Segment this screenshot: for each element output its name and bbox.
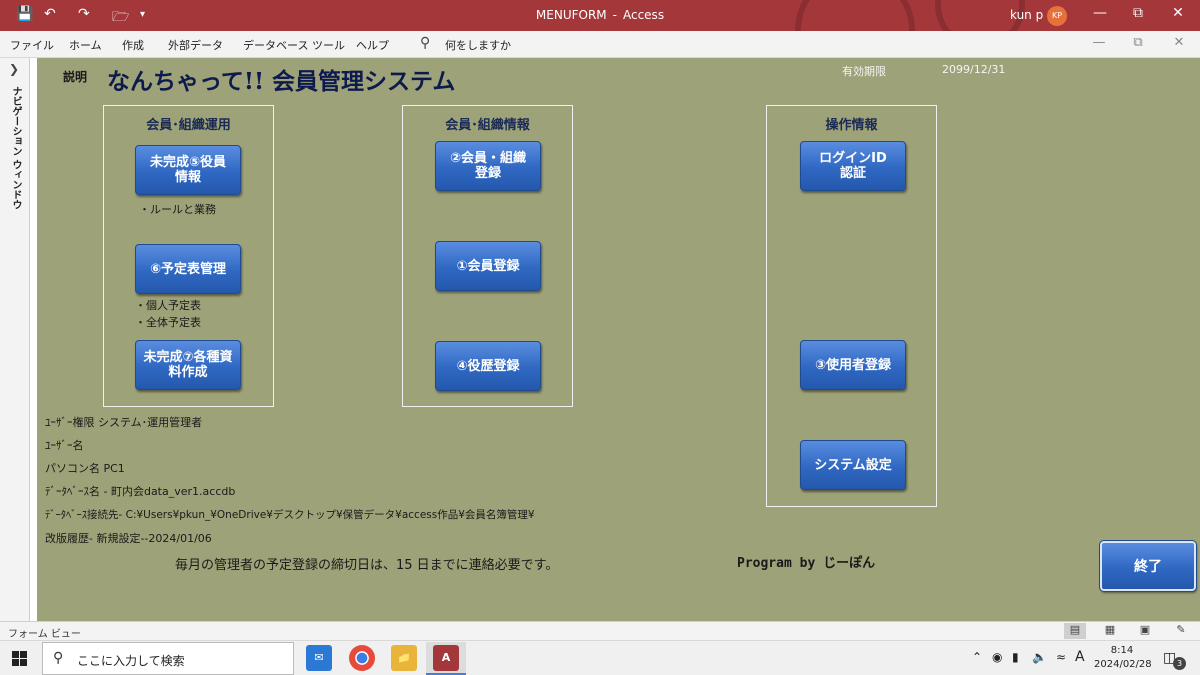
system-settings-button[interactable]: システム設定 <box>800 440 906 490</box>
taskbar-search-input[interactable]: ⚲ ここに入力して検索 <box>42 642 294 675</box>
title-bar: 💾 ↶ ↷ 🗁 ▾ MENUFORM - Access kun p KP — ⧉ ✕ <box>0 0 1200 31</box>
user-name-label: ﾕｰｻﾞｰ名 <box>45 439 84 452</box>
notification-badge: 3 <box>1173 657 1186 670</box>
ribbon-tabs: ファイル ホーム 作成 外部データ データベース ツール ヘルプ ⚲ 何をします… <box>0 31 1200 58</box>
windows-start-icon[interactable] <box>12 651 27 666</box>
page-title: なんちゃって!! 会員管理システム <box>107 68 456 95</box>
close-icon[interactable]: ✕ <box>1163 5 1193 21</box>
tab-home[interactable]: ホーム <box>69 37 102 53</box>
schedule-management-button[interactable]: ⑥予定表管理 <box>135 244 241 294</box>
taskbar: ⚲ ここに入力して検索 ✉ 📁 A ⌃ ◉ ▮ 🔈 ≈ A 8:14 2024/… <box>0 640 1200 675</box>
tab-external-data[interactable]: 外部データ <box>168 37 223 53</box>
minimize-icon[interactable]: — <box>1085 5 1115 21</box>
login-auth-button[interactable]: ログインID 認証 <box>800 141 906 191</box>
user-name[interactable]: kun p <box>1010 8 1043 22</box>
user-rights: ﾕｰｻﾞｰ権限 システム･運用管理者 <box>45 416 203 429</box>
database-connection: ﾃﾞｰﾀﾍﾞｰｽ接続先- C:¥Users¥pkun_¥OneDrive¥デスク… <box>45 509 535 521</box>
tab-file[interactable]: ファイル <box>10 37 54 53</box>
revision-history: 改版履歴- 新規設定--2024/01/06 <box>45 532 212 545</box>
group-title: 会員･組織運用 <box>146 118 231 133</box>
form-view-icon[interactable]: ▤ <box>1064 623 1086 639</box>
clock-date: 2024/02/28 <box>1094 659 1152 670</box>
status-bar: フォーム ビュー ▤ ▦ ▣ ✎ <box>0 621 1200 640</box>
group-title: 操作情報 <box>825 118 878 133</box>
clock[interactable]: 8:14 2024/02/28 <box>1094 644 1152 672</box>
window-title-separator: - <box>612 8 617 22</box>
deadline-notice: 毎月の管理者の予定登録の締切日は、15 日までに連絡必要です。 <box>175 558 559 573</box>
member-registration-button[interactable]: ①会員登録 <box>435 241 541 291</box>
documents-button[interactable]: 未完成⑦各種資 料作成 <box>135 340 241 390</box>
personal-schedule-note: ・個人予定表 <box>135 299 201 312</box>
group-title: 会員･組織情報 <box>445 118 530 133</box>
description-label: 説明 <box>63 70 88 84</box>
avatar[interactable]: KP <box>1047 6 1067 26</box>
role-history-button[interactable]: ④役歴登録 <box>435 341 541 391</box>
form-close-icon[interactable]: ✕ <box>1167 35 1191 50</box>
program-credit: Program by じーぽん <box>737 556 876 571</box>
file-explorer-icon[interactable]: 📁 <box>391 645 417 671</box>
volume-icon[interactable]: 🔈 <box>1032 650 1047 664</box>
tell-me-input[interactable]: 何をしますか <box>445 37 511 53</box>
taskbar-search-placeholder: ここに入力して検索 <box>77 654 185 668</box>
battery-icon[interactable]: ▮ <box>1012 650 1019 664</box>
pc-name: パソコン名 PC1 <box>45 462 125 475</box>
navigation-pane[interactable]: ❯ ナビゲーション ウィンドウ <box>0 58 30 621</box>
view-mode-label: フォーム ビュー <box>8 629 81 640</box>
form-minimize-icon[interactable]: — <box>1087 35 1111 50</box>
ime-indicator[interactable]: A <box>1075 649 1085 665</box>
chevron-up-icon[interactable]: ⌃ <box>972 650 982 664</box>
datasheet-view-icon[interactable]: ▦ <box>1099 623 1121 639</box>
expiry-label: 有効期限 <box>842 65 886 78</box>
mail-icon[interactable]: ✉ <box>306 645 332 671</box>
wifi-icon[interactable]: ≈ <box>1056 650 1066 664</box>
menu-form: 説明 なんちゃって!! 会員管理システム 有効期限 2099/12/31 会員･… <box>37 58 1200 621</box>
window-app-name: Access <box>622 8 665 22</box>
exit-button[interactable]: 終了 <box>1099 540 1197 592</box>
search-icon[interactable]: ⚲ <box>420 35 430 51</box>
overall-schedule-note: ・全体予定表 <box>135 316 201 329</box>
officer-info-button[interactable]: 未完成⑤役員 情報 <box>135 145 241 195</box>
tab-help[interactable]: ヘルプ <box>356 37 389 53</box>
access-icon[interactable]: A <box>433 645 459 671</box>
chevron-right-icon[interactable]: ❯ <box>9 62 19 76</box>
tab-create[interactable]: 作成 <box>122 37 144 53</box>
clock-time: 8:14 <box>1110 645 1134 656</box>
user-registration-button[interactable]: ③使用者登録 <box>800 340 906 390</box>
window-title-text: MENUFORM <box>535 8 607 22</box>
restore-icon[interactable]: ⧉ <box>1123 5 1153 21</box>
rules-note: ・ルールと業務 <box>139 203 216 216</box>
chrome-icon[interactable] <box>349 645 375 671</box>
expiry-value: 2099/12/31 <box>942 63 1006 76</box>
meet-now-icon[interactable]: ◉ <box>992 650 1002 664</box>
database-name: ﾃﾞｰﾀﾍﾞｰｽ名 - 町内会data_ver1.accdb <box>45 485 236 498</box>
tab-database-tools[interactable]: データベース ツール <box>243 37 345 53</box>
member-org-registration-button[interactable]: ②会員・組織 登録 <box>435 141 541 191</box>
navigation-pane-label[interactable]: ナビゲーション ウィンドウ <box>8 86 23 209</box>
layout-view-icon[interactable]: ▣ <box>1134 623 1156 639</box>
search-icon: ⚲ <box>53 650 64 666</box>
design-view-icon[interactable]: ✎ <box>1170 623 1192 639</box>
form-restore-icon[interactable]: ⧉ <box>1126 35 1150 50</box>
